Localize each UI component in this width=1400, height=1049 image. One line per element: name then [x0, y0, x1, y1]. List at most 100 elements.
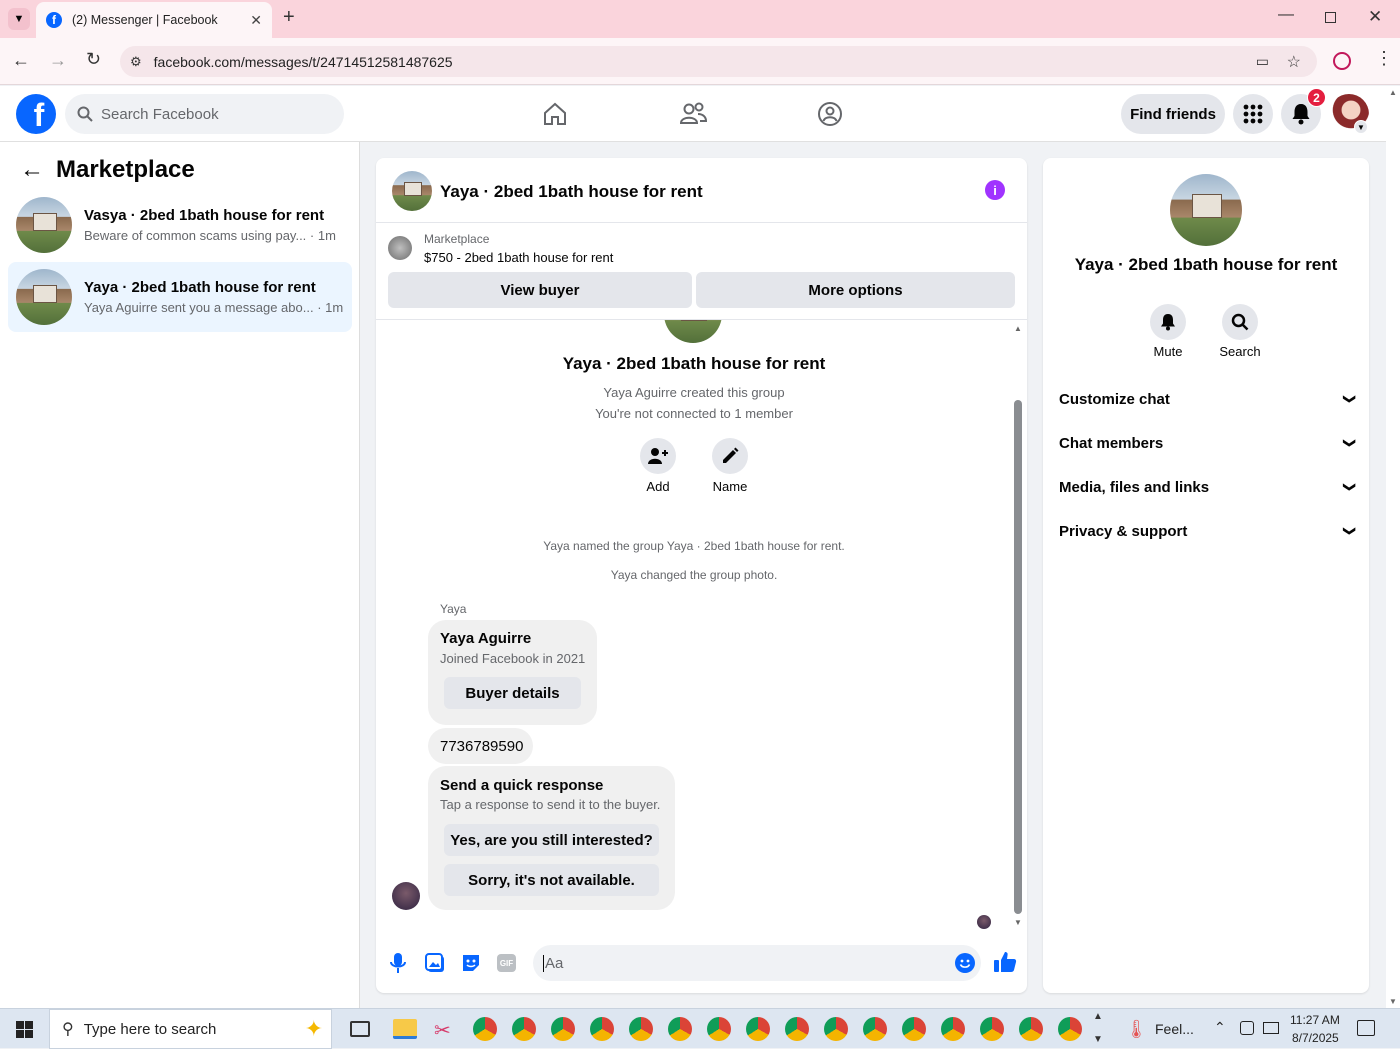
chat-group-avatar[interactable]: [392, 171, 432, 211]
chrome-icon[interactable]: [473, 1017, 497, 1041]
friends-icon[interactable]: [679, 101, 708, 132]
weather-text[interactable]: Feel...: [1155, 1021, 1194, 1037]
restore-icon[interactable]: [1325, 12, 1336, 23]
buyer-card-joined: Joined Facebook in 2021: [440, 651, 586, 666]
chrome-icon[interactable]: [590, 1017, 614, 1041]
chrome-icon[interactable]: [1019, 1017, 1043, 1041]
quick-response-still-interested[interactable]: Yes, are you still interested?: [444, 824, 659, 856]
tab-close-icon[interactable]: ✕: [250, 12, 262, 29]
weather-icon[interactable]: 🌡: [1125, 1019, 1148, 1040]
address-bar[interactable]: ⚙ facebook.com/messages/t/24714512581487…: [120, 46, 1317, 77]
add-member-button[interactable]: [640, 438, 676, 474]
view-buyer-button[interactable]: View buyer: [388, 272, 692, 308]
bookmark-star-icon[interactable]: ☆: [1287, 52, 1301, 72]
emoji-icon[interactable]: [955, 953, 975, 973]
chrome-icon[interactable]: [629, 1017, 653, 1041]
groups-icon[interactable]: [817, 101, 843, 132]
group-photo-large: [664, 320, 722, 343]
listing-source: Marketplace: [424, 232, 490, 246]
info-group-avatar[interactable]: [1170, 174, 1242, 246]
clock-time[interactable]: 11:27 AM: [1290, 1013, 1340, 1027]
chat-header-title[interactable]: Yaya · 2bed 1bath house for rent: [440, 182, 703, 202]
chrome-icon[interactable]: [785, 1017, 809, 1041]
show-hidden-icons[interactable]: ⌃: [1214, 1019, 1226, 1036]
listing-thumbnail[interactable]: [388, 236, 412, 260]
home-icon[interactable]: [542, 101, 568, 132]
minimize-icon[interactable]: —: [1278, 6, 1294, 24]
browser-menu-icon[interactable]: ⋮: [1375, 48, 1393, 69]
thumbs-up-icon[interactable]: [993, 950, 1017, 979]
chrome-icon[interactable]: [863, 1017, 887, 1041]
menu-grid-icon[interactable]: [1233, 94, 1273, 134]
back-arrow-icon[interactable]: ←: [20, 156, 44, 184]
voice-clip-icon[interactable]: [390, 952, 406, 979]
sender-avatar[interactable]: [392, 882, 420, 910]
install-icon[interactable]: ▭: [1256, 53, 1269, 70]
chrome-icon[interactable]: [1058, 1017, 1082, 1041]
chrome-icon[interactable]: [512, 1017, 536, 1041]
chat-scrollbar-thumb[interactable]: [1014, 400, 1022, 914]
chrome-icon[interactable]: [668, 1017, 692, 1041]
sticker-icon[interactable]: [461, 953, 481, 978]
info-title: Yaya · 2bed 1bath house for rent: [1074, 255, 1338, 274]
forward-icon[interactable]: →: [49, 50, 67, 71]
info-icon[interactable]: i: [985, 180, 1005, 200]
notification-center-icon[interactable]: [1357, 1020, 1375, 1036]
profile-icon[interactable]: [1333, 52, 1351, 70]
snipping-tool-icon[interactable]: ✂: [434, 1018, 451, 1043]
thread-item-yaya[interactable]: Yaya · 2bed 1bath house for rent Yaya Ag…: [8, 262, 352, 332]
page-scrollbar[interactable]: ▲ ▼: [1386, 86, 1400, 1008]
chat-members-section[interactable]: Chat members ❯: [1059, 427, 1357, 459]
chrome-icon[interactable]: [707, 1017, 731, 1041]
gif-icon[interactable]: GIF: [497, 954, 516, 972]
new-tab-icon[interactable]: +: [283, 6, 295, 29]
message-input[interactable]: Aa: [533, 945, 981, 981]
buyer-details-button[interactable]: Buyer details: [444, 677, 581, 709]
quick-response-not-available[interactable]: Sorry, it's not available.: [444, 864, 659, 896]
reload-icon[interactable]: ↻: [86, 49, 101, 70]
search-icon: [77, 106, 93, 122]
photo-attach-icon[interactable]: [425, 953, 445, 978]
media-files-links-section[interactable]: Media, files and links ❯: [1059, 471, 1357, 503]
back-icon[interactable]: ←: [12, 50, 30, 71]
url-text: facebook.com/messages/t/2471451258148762…: [153, 53, 453, 70]
chrome-icon[interactable]: [824, 1017, 848, 1041]
search-chat-button[interactable]: [1222, 304, 1258, 340]
chrome-icon[interactable]: [941, 1017, 965, 1041]
find-friends-button[interactable]: Find friends: [1121, 94, 1225, 134]
tab-search-chevron-icon[interactable]: ▼: [8, 8, 30, 30]
thread-item-vasya[interactable]: Vasya · 2bed 1bath house for rent Beware…: [8, 190, 352, 260]
file-explorer-icon[interactable]: [393, 1019, 417, 1039]
task-view-icon[interactable]: [350, 1021, 370, 1037]
chrome-icon[interactable]: [551, 1017, 575, 1041]
message-list[interactable]: Yaya · 2bed 1bath house for rent Yaya Ag…: [376, 320, 1027, 932]
meet-now-icon[interactable]: [1240, 1021, 1254, 1035]
taskbar-scroll-down-icon[interactable]: ▼: [1093, 1034, 1103, 1045]
taskbar-search-box[interactable]: ⚲ Type here to search ✦: [49, 1009, 332, 1049]
clock-date[interactable]: 8/7/2025: [1292, 1031, 1339, 1045]
privacy-support-section[interactable]: Privacy & support ❯: [1059, 515, 1357, 547]
chrome-icon[interactable]: [902, 1017, 926, 1041]
add-person-icon: [648, 448, 668, 464]
bell-icon: [1161, 314, 1175, 331]
search-label: Search: [1219, 344, 1261, 359]
network-icon[interactable]: [1263, 1022, 1279, 1034]
window-close-icon[interactable]: ✕: [1368, 7, 1382, 27]
name-group-button[interactable]: [712, 438, 748, 474]
account-chevron-icon[interactable]: ▼: [1354, 120, 1368, 134]
phone-message-bubble[interactable]: 7736789590: [428, 728, 533, 764]
taskbar-scroll-up-icon[interactable]: ▲: [1093, 1011, 1103, 1022]
windows-start-icon[interactable]: [16, 1021, 33, 1038]
facebook-logo-icon[interactable]: f: [16, 94, 56, 134]
more-options-button[interactable]: More options: [696, 272, 1015, 308]
chrome-icon[interactable]: [746, 1017, 770, 1041]
listing-title[interactable]: $750 - 2bed 1bath house for rent: [424, 250, 613, 265]
chat-scrollbar[interactable]: ▲ ▼: [1012, 320, 1025, 932]
browser-tab[interactable]: f (2) Messenger | Facebook ✕: [36, 2, 272, 38]
site-settings-icon[interactable]: ⚙: [130, 54, 142, 70]
chrome-icon[interactable]: [980, 1017, 1004, 1041]
mute-button[interactable]: [1150, 304, 1186, 340]
customize-chat-section[interactable]: Customize chat ❯: [1059, 383, 1357, 415]
facebook-search-input[interactable]: Search Facebook: [65, 94, 344, 134]
thread-thumbnail: [16, 197, 72, 253]
